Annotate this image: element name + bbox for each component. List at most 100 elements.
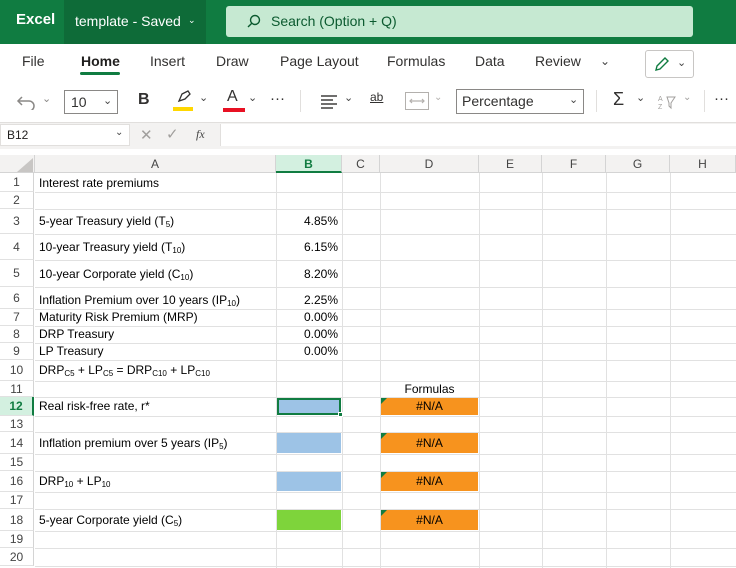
- cell-a18[interactable]: 5-year Corporate yield (C5): [39, 513, 182, 528]
- cell-b16[interactable]: [277, 472, 341, 491]
- chevron-down-icon[interactable]: ⌄: [434, 92, 442, 103]
- row-header-3[interactable]: 3: [0, 209, 34, 234]
- tab-insert[interactable]: Insert: [150, 53, 185, 69]
- tab-review[interactable]: Review: [535, 53, 581, 69]
- row-header-19[interactable]: 19: [0, 531, 34, 548]
- chevron-down-icon[interactable]: ⌄: [636, 91, 645, 104]
- chevron-down-icon: ⌄: [569, 94, 579, 106]
- more-options-button[interactable]: ···: [270, 90, 285, 107]
- wrap-text-button[interactable]: ab: [370, 90, 383, 104]
- cell-b9[interactable]: 0.00%: [276, 344, 338, 358]
- app-brand[interactable]: Excel: [16, 11, 55, 28]
- row-header-5[interactable]: 5: [0, 260, 34, 287]
- cell-reference: B12: [7, 128, 29, 142]
- function-icon[interactable]: fx: [196, 127, 205, 142]
- merge-cells-button[interactable]: [405, 92, 429, 110]
- name-box[interactable]: B12 ⌄: [0, 124, 130, 146]
- chevron-down-icon[interactable]: ⌄: [683, 92, 691, 103]
- cell-b8[interactable]: 0.00%: [276, 327, 338, 341]
- ribbon-divider: [704, 90, 705, 112]
- undo-icon[interactable]: [16, 92, 38, 110]
- cell-b18[interactable]: [277, 510, 341, 530]
- row-header-14[interactable]: 14: [0, 432, 34, 454]
- gridline: [35, 454, 736, 455]
- cell-b6[interactable]: 2.25%: [276, 293, 338, 307]
- cancel-icon[interactable]: ✕: [140, 126, 153, 144]
- cell-a9[interactable]: LP Treasury: [39, 344, 103, 358]
- column-header-f[interactable]: F: [542, 155, 606, 173]
- column-header-d[interactable]: D: [380, 155, 479, 173]
- row-header-11[interactable]: 11: [0, 381, 34, 397]
- cell-b4[interactable]: 6.15%: [276, 240, 338, 254]
- column-header-e[interactable]: E: [479, 155, 542, 173]
- cell-a6[interactable]: Inflation Premium over 10 years (IP10): [39, 293, 240, 308]
- cell-a14[interactable]: Inflation premium over 5 years (IP5): [39, 436, 228, 451]
- ribbon-divider: [300, 90, 301, 112]
- cell-a1[interactable]: Interest rate premiums: [39, 176, 159, 190]
- formula-input[interactable]: [220, 124, 736, 146]
- row-header-17[interactable]: 17: [0, 492, 34, 509]
- column-header-b[interactable]: B: [276, 155, 342, 173]
- row-header-20[interactable]: 20: [0, 548, 34, 566]
- editing-mode-button[interactable]: ⌄: [645, 50, 694, 78]
- cell-a16[interactable]: DRP10 + LP10: [39, 474, 111, 489]
- cell-a8[interactable]: DRP Treasury: [39, 327, 114, 341]
- row-header-6[interactable]: 6: [0, 287, 34, 309]
- fill-handle[interactable]: [338, 412, 343, 417]
- sort-filter-icon[interactable]: A Z: [657, 93, 677, 111]
- row-header-1[interactable]: 1: [0, 173, 34, 192]
- row-header-4[interactable]: 4: [0, 234, 34, 260]
- column-header-g[interactable]: G: [606, 155, 670, 173]
- bold-button[interactable]: B: [138, 91, 150, 109]
- cell-a7[interactable]: Maturity Risk Premium (MRP): [39, 310, 198, 324]
- row-header-9[interactable]: 9: [0, 343, 34, 360]
- chevron-down-icon[interactable]: ⌄: [199, 91, 208, 104]
- highlight-button[interactable]: [173, 89, 195, 115]
- cell-b7[interactable]: 0.00%: [276, 310, 338, 324]
- select-all-corner[interactable]: [0, 155, 35, 173]
- row-header-12[interactable]: 12: [0, 397, 34, 416]
- more-ribbon-button[interactable]: ···: [714, 90, 729, 107]
- tab-home[interactable]: Home: [81, 53, 120, 69]
- column-header-h[interactable]: H: [670, 155, 736, 173]
- row-header-7[interactable]: 7: [0, 309, 34, 326]
- cell-b12-selected[interactable]: [277, 398, 341, 415]
- chevron-down-icon[interactable]: ⌄: [248, 91, 257, 104]
- font-size-select[interactable]: 10 ⌄: [64, 90, 118, 114]
- cell-d11[interactable]: Formulas: [381, 382, 478, 396]
- cell-a4[interactable]: 10-year Treasury yield (T10): [39, 240, 185, 255]
- cell-a3[interactable]: 5-year Treasury yield (T5): [39, 214, 174, 229]
- chevron-down-icon[interactable]: ⌄: [344, 91, 353, 104]
- chevron-down-icon[interactable]: ⌄: [42, 92, 51, 105]
- cell-b14[interactable]: [277, 433, 341, 453]
- cell-a10[interactable]: DRPC5 + LPC5 = DRPC10 + LPC10: [39, 363, 210, 378]
- tab-page-layout[interactable]: Page Layout: [280, 53, 359, 69]
- tab-data[interactable]: Data: [475, 53, 505, 69]
- search-box[interactable]: Search (Option + Q): [226, 6, 693, 37]
- more-tabs-chevron-icon[interactable]: ⌄: [600, 54, 610, 68]
- number-format-select[interactable]: Percentage ⌄: [456, 89, 584, 114]
- confirm-icon[interactable]: ✓: [166, 125, 179, 143]
- cell-a5[interactable]: 10-year Corporate yield (C10): [39, 267, 193, 282]
- tab-file[interactable]: File: [22, 53, 45, 69]
- cell-b5[interactable]: 8.20%: [276, 267, 338, 281]
- row-header-10[interactable]: 10: [0, 360, 34, 381]
- autosum-button[interactable]: Σ: [613, 89, 624, 110]
- tab-formulas[interactable]: Formulas: [387, 53, 445, 69]
- cell-a12[interactable]: Real risk-free rate, r*: [39, 399, 150, 413]
- column-header-c[interactable]: C: [342, 155, 380, 173]
- row-header-15[interactable]: 15: [0, 454, 34, 471]
- chevron-down-icon: ⌄: [677, 57, 687, 69]
- cell-text: 10-year Corporate yield (C: [39, 267, 181, 281]
- align-icon[interactable]: [320, 94, 340, 110]
- tab-draw[interactable]: Draw: [216, 53, 249, 69]
- row-header-8[interactable]: 8: [0, 326, 34, 343]
- cell-b3[interactable]: 4.85%: [276, 214, 338, 228]
- row-header-18[interactable]: 18: [0, 509, 34, 531]
- font-color-button[interactable]: A: [223, 88, 245, 116]
- row-header-13[interactable]: 13: [0, 416, 34, 432]
- document-title-box[interactable]: template - Saved ⌄: [64, 0, 206, 44]
- column-header-a[interactable]: A: [35, 155, 276, 173]
- row-header-16[interactable]: 16: [0, 471, 34, 492]
- row-header-2[interactable]: 2: [0, 192, 34, 209]
